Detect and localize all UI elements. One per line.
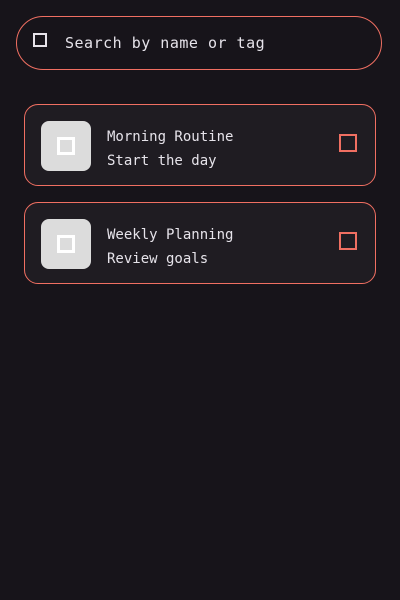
- search-icon: [33, 33, 47, 47]
- list-item-subtitle: Review goals: [107, 251, 209, 267]
- list-item-text: Weekly Planning Review goals: [107, 223, 317, 271]
- list-item-title: Morning Routine: [107, 129, 234, 145]
- list-item-subtitle: Start the day: [107, 153, 217, 169]
- list-item-text: Morning Routine Start the day: [107, 125, 317, 173]
- thumbnail: [41, 121, 91, 171]
- checkbox-icon[interactable]: [339, 134, 357, 152]
- checkbox-icon[interactable]: [339, 232, 357, 250]
- image-placeholder-icon: [57, 235, 75, 253]
- search-placeholder: Search by name or tag: [65, 34, 266, 52]
- search-bar[interactable]: Search by name or tag: [16, 16, 382, 70]
- list-item-title: Weekly Planning: [107, 227, 234, 243]
- thumbnail: [41, 219, 91, 269]
- list-item[interactable]: Weekly Planning Review goals: [24, 202, 376, 284]
- list-item[interactable]: Morning Routine Start the day: [24, 104, 376, 186]
- image-placeholder-icon: [57, 137, 75, 155]
